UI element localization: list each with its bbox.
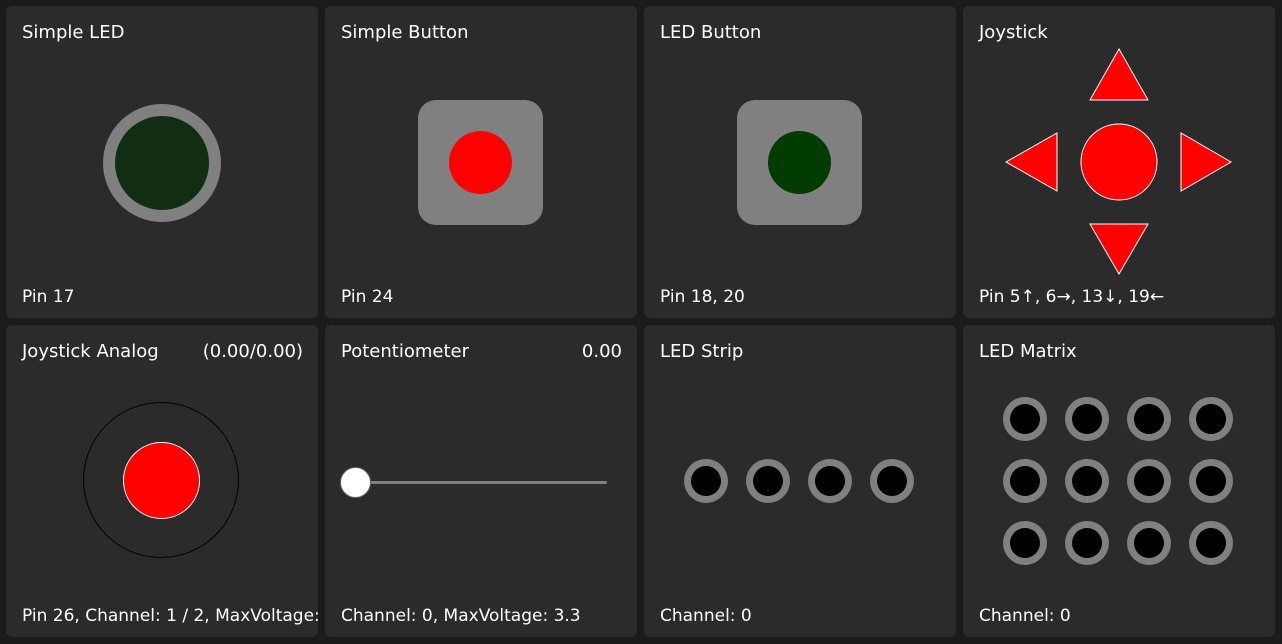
matrix-led xyxy=(1127,521,1171,565)
led-indicator xyxy=(103,104,221,222)
simple-led-card: Simple LED Pin 17 xyxy=(6,6,318,318)
arrow-down-icon[interactable] xyxy=(1089,223,1149,275)
card-footer: Pin 17 xyxy=(22,287,75,307)
matrix-led-light xyxy=(1134,528,1164,558)
arrow-right-icon[interactable] xyxy=(1180,132,1232,192)
card-title: Joystick Analog xyxy=(22,341,159,362)
led-light xyxy=(115,116,209,210)
matrix-led-light xyxy=(1010,404,1040,434)
matrix-led-light xyxy=(1010,528,1040,558)
matrix-led-light xyxy=(1010,466,1040,496)
matrix-led-light xyxy=(1196,528,1226,558)
card-footer: Pin 5↑, 6→, 13↓, 19← xyxy=(979,287,1165,307)
led-push-button[interactable] xyxy=(737,100,862,225)
matrix-led xyxy=(1127,459,1171,503)
card-footer: Channel: 0 xyxy=(660,606,752,626)
matrix-led-light xyxy=(1072,404,1102,434)
matrix-led xyxy=(1065,521,1109,565)
card-footer: Pin 26, Channel: 1 / 2, MaxVoltage: 3.3 xyxy=(22,606,353,626)
card-footer: Channel: 0 xyxy=(979,606,1071,626)
simple-push-button[interactable] xyxy=(418,100,543,225)
matrix-led xyxy=(1003,397,1047,441)
matrix-led-light xyxy=(1196,404,1226,434)
matrix-led-light xyxy=(1072,528,1102,558)
potentiometer-card: Potentiometer 0.00 Channel: 0, MaxVoltag… xyxy=(325,325,637,637)
card-title: LED Matrix xyxy=(979,341,1077,362)
arrow-up-icon[interactable] xyxy=(1089,47,1149,101)
matrix-led-light xyxy=(1072,466,1102,496)
card-title: Potentiometer xyxy=(341,341,469,362)
device-grid: Simple LED Pin 17 Simple Button Pin 24 L… xyxy=(0,0,1282,644)
strip-led-light xyxy=(815,466,845,496)
joystick-analog-card: Joystick Analog (0.00/0.00) Pin 26, Chan… xyxy=(6,325,352,637)
strip-led xyxy=(684,459,728,503)
strip-led xyxy=(870,459,914,503)
potentiometer-value: 0.00 xyxy=(581,341,622,362)
card-title: Simple Button xyxy=(341,22,469,43)
simple-button-card: Simple Button Pin 24 xyxy=(325,6,637,318)
matrix-led-light xyxy=(1134,466,1164,496)
strip-led-light xyxy=(877,466,907,496)
strip-led xyxy=(746,459,790,503)
matrix-led xyxy=(1003,459,1047,503)
card-title: LED Strip xyxy=(660,341,744,362)
card-footer: Pin 18, 20 xyxy=(660,287,745,307)
analog-stick-knob[interactable] xyxy=(123,442,200,519)
matrix-led xyxy=(1003,521,1047,565)
matrix-led xyxy=(1065,397,1109,441)
matrix-led xyxy=(1189,459,1233,503)
matrix-led-light xyxy=(1134,404,1164,434)
strip-led xyxy=(808,459,852,503)
button-led-dot xyxy=(768,131,831,194)
joystick-control xyxy=(1004,47,1232,275)
card-title: Simple LED xyxy=(22,22,125,43)
button-indicator-dot xyxy=(449,131,512,194)
matrix-led xyxy=(1065,459,1109,503)
card-footer: Pin 24 xyxy=(341,287,394,307)
card-title: LED Button xyxy=(660,22,762,43)
matrix-led xyxy=(1127,397,1171,441)
led-button-card: LED Button Pin 18, 20 xyxy=(644,6,956,318)
matrix-led xyxy=(1189,521,1233,565)
joystick-center-button[interactable] xyxy=(1080,123,1158,201)
strip-led-light xyxy=(691,466,721,496)
strip-led-light xyxy=(753,466,783,496)
analog-value: (0.00/0.00) xyxy=(202,341,303,362)
matrix-led-light xyxy=(1196,466,1226,496)
led-strip-card: LED Strip Channel: 0 xyxy=(644,325,956,637)
joystick-card: Joystick Pin 5↑, 6→, 13↓, 19← xyxy=(963,6,1275,318)
arrow-left-icon[interactable] xyxy=(1004,132,1058,192)
card-footer: Channel: 0, MaxVoltage: 3.3 xyxy=(341,606,581,626)
potentiometer-slider-thumb[interactable] xyxy=(340,467,371,498)
potentiometer-slider-track[interactable] xyxy=(353,481,607,484)
led-matrix-card: LED Matrix Channel: 0 xyxy=(963,325,1275,637)
matrix-led xyxy=(1189,397,1233,441)
